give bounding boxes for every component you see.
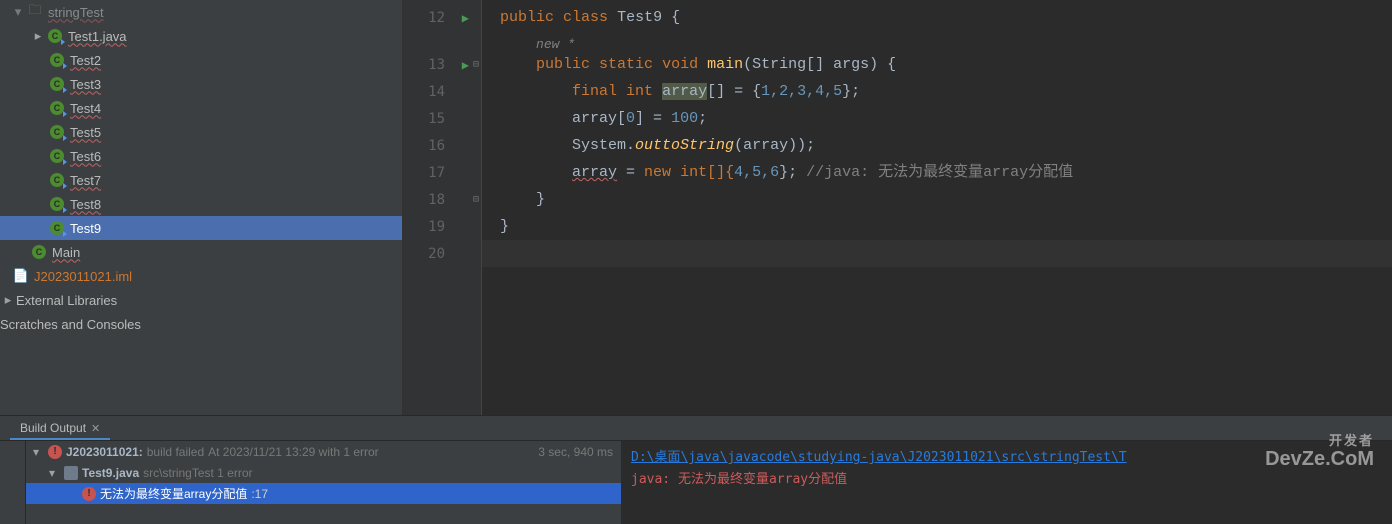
tree-external-libraries[interactable]: ▸ External Libraries xyxy=(0,288,402,312)
code-line: } xyxy=(482,186,1392,213)
build-row-error[interactable]: ! 无法为最终变量array分配值 :17 xyxy=(26,483,621,504)
main-split: ▾ 🗀 stringTest ▸CTest1.javaCTest2CTest3C… xyxy=(0,0,1392,415)
error-message: 无法为最终变量array分配值 xyxy=(100,485,247,502)
expand-icon[interactable]: ▸ xyxy=(0,292,16,308)
tree-label: Test3 xyxy=(70,77,101,92)
expand-icon[interactable]: ▸ xyxy=(30,28,46,44)
build-status: build failed xyxy=(147,445,204,459)
tree-item-test9[interactable]: C Test9 xyxy=(0,216,402,240)
class-icon: C xyxy=(30,245,48,259)
tree-label: Test6 xyxy=(70,149,101,164)
build-body: ▾ ! J2023011021: build failed At 2023/11… xyxy=(0,440,1392,524)
tree-item-test3[interactable]: C Test3 xyxy=(0,72,402,96)
project-tree[interactable]: ▾ 🗀 stringTest ▸CTest1.javaCTest2CTest3C… xyxy=(0,0,403,415)
class-icon: C xyxy=(48,197,66,211)
build-duration: 3 sec, 940 ms xyxy=(538,445,621,459)
close-icon[interactable]: ✕ xyxy=(91,422,100,435)
tree-item-test2[interactable]: C Test2 xyxy=(0,48,402,72)
class-icon: C xyxy=(48,173,66,187)
error-line: :17 xyxy=(251,487,268,501)
code-line: System.outtoString(array)); xyxy=(482,132,1392,159)
run-icon[interactable]: ▶ xyxy=(462,11,469,25)
run-icon[interactable]: ▶ xyxy=(462,58,469,72)
class-icon: C xyxy=(48,221,66,235)
tree-label: Test5 xyxy=(70,125,101,140)
class-icon: C xyxy=(46,29,64,43)
tree-item-main[interactable]: C Main xyxy=(0,240,402,264)
tree-label: Test1.java xyxy=(68,29,127,44)
build-panel: Build Output ✕ ▾ ! J2023011021: build fa… xyxy=(0,415,1392,524)
build-tree[interactable]: ▾ ! J2023011021: build failed At 2023/11… xyxy=(26,441,621,524)
tree-item-test7[interactable]: C Test7 xyxy=(0,168,402,192)
tree-label: External Libraries xyxy=(16,293,117,308)
iml-icon: 📄 xyxy=(12,268,30,284)
tree-label: Test2 xyxy=(70,53,101,68)
gutter-line[interactable]: 15 xyxy=(403,105,481,132)
gutter-line[interactable]: 20 xyxy=(403,240,481,267)
gutter-line[interactable]: 12▶ xyxy=(403,4,481,31)
tree-label: stringTest xyxy=(48,5,104,20)
tree-label: Test9 xyxy=(70,221,101,236)
build-file-path: src\stringTest 1 error xyxy=(143,466,252,480)
tree-iml-file[interactable]: 📄 J2023011021.iml xyxy=(0,264,402,288)
gutter-line[interactable]: 18⊟ xyxy=(403,186,481,213)
code-area[interactable]: public class Test9 { new * public static… xyxy=(481,0,1392,415)
gutter-line[interactable]: 16 xyxy=(403,132,481,159)
code-line: array[0] = 100; xyxy=(482,105,1392,132)
build-toolbar[interactable] xyxy=(0,441,26,524)
class-icon: C xyxy=(48,101,66,115)
tree-label: Test4 xyxy=(70,101,101,116)
gutter[interactable]: 12▶ 13▶⊟ 14 15 16 17 18⊟ 19 20 xyxy=(403,0,481,415)
class-icon: C xyxy=(48,149,66,163)
tree-label: Main xyxy=(52,245,80,260)
tree-folder-stringtest[interactable]: ▾ 🗀 stringTest xyxy=(0,0,402,24)
tool-window-tabs: Build Output ✕ xyxy=(0,416,1392,440)
tree-item-test5[interactable]: C Test5 xyxy=(0,120,402,144)
gutter-line[interactable]: 19 xyxy=(403,213,481,240)
code-hint: new * xyxy=(482,31,1392,51)
class-icon: C xyxy=(48,53,66,67)
code-line: public static void main(String[] args) { xyxy=(482,51,1392,78)
gutter-line[interactable]: 17 xyxy=(403,159,481,186)
tree-item-test4[interactable]: C Test4 xyxy=(0,96,402,120)
fold-icon[interactable]: ⊟ xyxy=(473,59,479,70)
tree-item-test1java[interactable]: ▸C Test1.java xyxy=(0,24,402,48)
code-line xyxy=(482,240,1392,267)
collapse-icon[interactable]: ▾ xyxy=(28,445,44,459)
collapse-icon[interactable]: ▾ xyxy=(10,4,26,20)
build-project-name: J2023011021: xyxy=(66,445,143,459)
build-output[interactable]: D:\桌面\java\javacode\studying-java\J20230… xyxy=(621,441,1392,524)
error-icon: ! xyxy=(48,445,62,459)
gutter-line xyxy=(403,31,481,51)
build-file-name: Test9.java xyxy=(82,466,139,480)
class-icon: C xyxy=(48,77,66,91)
tree-scratches[interactable]: Scratches and Consoles xyxy=(0,312,402,336)
tree-item-test6[interactable]: C Test6 xyxy=(0,144,402,168)
code-line: final int array[] = {1,2,3,4,5}; xyxy=(482,78,1392,105)
code-line: public class Test9 { xyxy=(482,4,1392,31)
tree-label: J2023011021.iml xyxy=(34,269,132,284)
error-icon: ! xyxy=(82,487,96,501)
tab-build-output[interactable]: Build Output ✕ xyxy=(10,418,110,440)
code-line: array = new int[]{4,5,6}; //java: 无法为最终变… xyxy=(482,159,1392,186)
collapse-icon[interactable]: ▾ xyxy=(44,466,60,480)
tab-label: Build Output xyxy=(20,421,86,435)
editor: 12▶ 13▶⊟ 14 15 16 17 18⊟ 19 20 public cl… xyxy=(403,0,1392,415)
folder-icon: 🗀 xyxy=(26,1,44,23)
gutter-line[interactable]: 14 xyxy=(403,78,481,105)
build-row-project[interactable]: ▾ ! J2023011021: build failed At 2023/11… xyxy=(26,441,621,462)
tree-item-test8[interactable]: C Test8 xyxy=(0,192,402,216)
tree-label: Test8 xyxy=(70,197,101,212)
gutter-line[interactable]: 13▶⊟ xyxy=(403,51,481,78)
build-row-file[interactable]: ▾ Test9.java src\stringTest 1 error xyxy=(26,462,621,483)
tree-label: Test7 xyxy=(70,173,101,188)
file-icon xyxy=(64,466,78,480)
build-time-info: At 2023/11/21 13:29 with 1 error xyxy=(208,445,379,459)
tree-label: Scratches and Consoles xyxy=(0,317,141,332)
class-icon: C xyxy=(48,125,66,139)
fold-icon[interactable]: ⊟ xyxy=(473,194,479,205)
output-error: java: 无法为最终变量array分配值 xyxy=(631,472,847,487)
output-path-link[interactable]: D:\桌面\java\javacode\studying-java\J20230… xyxy=(631,450,1127,465)
code-line: } xyxy=(482,213,1392,240)
